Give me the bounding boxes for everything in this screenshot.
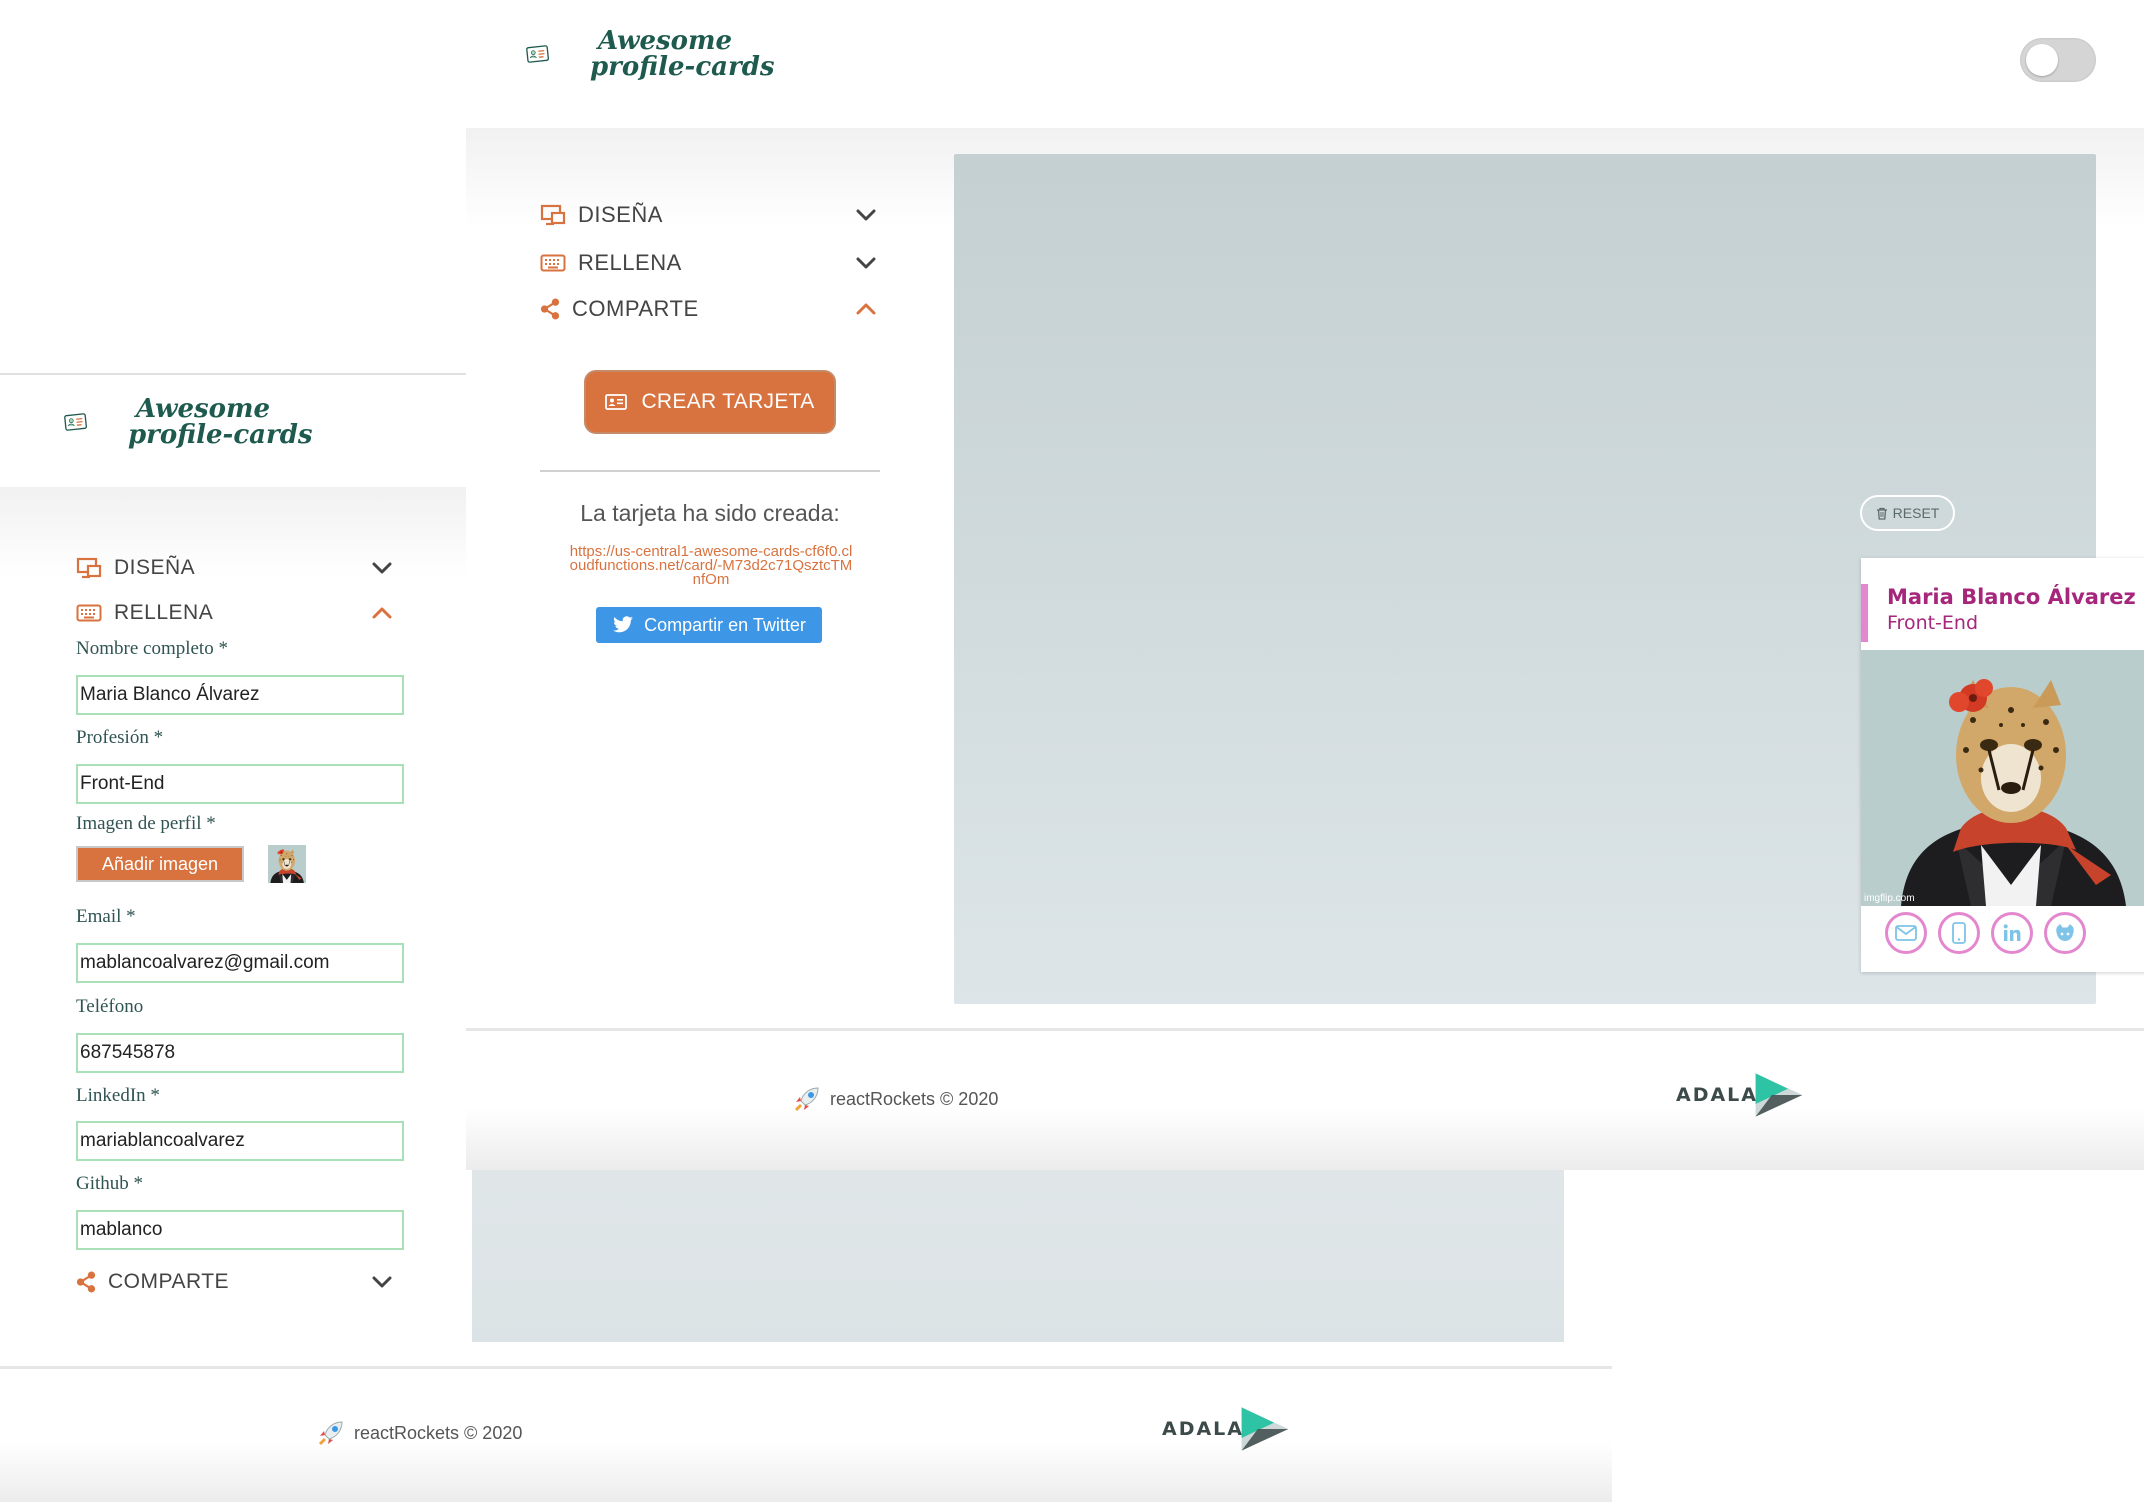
- chevron-down-icon[interactable]: [856, 209, 876, 221]
- github-label: Github *: [76, 1173, 144, 1194]
- profile-photo: [1861, 650, 2144, 906]
- linkedin-icon[interactable]: [1991, 912, 2033, 954]
- keyboard-icon: [540, 254, 566, 272]
- phone-field[interactable]: 687545878: [76, 1033, 404, 1073]
- twitter-icon: [613, 616, 634, 633]
- share-twitter-button[interactable]: Compartir en Twitter: [596, 607, 822, 643]
- email-field[interactable]: mablancoalvarez@gmail.com: [76, 943, 404, 983]
- logo-text-line2: profile-cards: [128, 420, 313, 450]
- create-card-button[interactable]: CREAR TARJETA: [584, 370, 836, 434]
- footer: [0, 1369, 1612, 1502]
- adalab-logo[interactable]: ADALAB: [1162, 1404, 1292, 1454]
- section-design[interactable]: DISEÑA: [76, 556, 396, 580]
- theme-toggle[interactable]: [2020, 38, 2096, 82]
- phone-icon[interactable]: [1938, 912, 1980, 954]
- front-window: Awesome profile-cards DISEÑA RELLENA COM…: [466, 0, 2144, 1170]
- adalab-arrow-icon: [1752, 1070, 1806, 1120]
- section-design-label: DISEÑA: [114, 556, 196, 579]
- section-share-label: COMPARTE: [108, 1270, 230, 1293]
- logo-text-line2: profile-cards: [590, 52, 775, 82]
- footer-credit: reactRockets © 2020: [316, 1418, 522, 1448]
- card-photo: imgflip.com: [1861, 650, 2144, 906]
- section-share[interactable]: COMPARTE: [76, 1270, 396, 1294]
- section-fill-label: RELLENA: [114, 601, 214, 624]
- card-preview-area: RESET Maria Blanco Álvarez Front-End img…: [954, 154, 2144, 1004]
- mail-icon[interactable]: [1885, 912, 1927, 954]
- keyboard-icon: [76, 604, 102, 622]
- social-links: [1885, 912, 2086, 954]
- id-card-icon: [605, 394, 628, 410]
- profile-image-thumbnail: [268, 845, 306, 883]
- section-share[interactable]: COMPARTE: [540, 296, 880, 322]
- chevron-down-icon[interactable]: [856, 257, 876, 269]
- photo-watermark: imgflip.com: [1864, 893, 1915, 904]
- share-twitter-label: Compartir en Twitter: [644, 614, 806, 635]
- section-fill[interactable]: RELLENA: [540, 250, 880, 276]
- email-label: Email *: [76, 906, 136, 927]
- add-image-button[interactable]: Añadir imagen: [76, 846, 244, 882]
- github-icon[interactable]: [2044, 912, 2086, 954]
- trash-icon: [1876, 507, 1887, 520]
- github-field[interactable]: mablanco: [76, 1210, 404, 1250]
- toggle-knob: [2026, 44, 2058, 76]
- adalab-logo[interactable]: ADALAB: [1676, 1070, 1806, 1120]
- divider: [540, 470, 880, 472]
- chevron-down-icon[interactable]: [372, 562, 392, 574]
- logo-text-line1: Awesome: [136, 394, 271, 424]
- footer: [466, 1031, 2144, 1170]
- share-icon: [540, 298, 560, 320]
- section-share-label: COMPARTE: [572, 296, 699, 321]
- rocket-icon: [792, 1084, 822, 1114]
- adalab-arrow-icon: [1238, 1404, 1292, 1454]
- job-label: Profesión *: [76, 727, 164, 748]
- section-fill-label: RELLENA: [578, 250, 682, 275]
- profile-card: Maria Blanco Álvarez Front-End imgflip.c…: [1861, 558, 2144, 972]
- footer-credit: reactRockets © 2020: [792, 1084, 998, 1114]
- copyright-text: reactRockets © 2020: [354, 1422, 523, 1443]
- rocket-icon: [316, 1418, 346, 1448]
- card-created-message: La tarjeta ha sido creada:: [580, 500, 840, 526]
- section-design-label: DISEÑA: [578, 202, 663, 227]
- image-label: Imagen de perfil *: [76, 813, 216, 834]
- card-url-link[interactable]: https://us-central1-awesome-cards-cf6f0.…: [566, 544, 856, 587]
- card-header: Maria Blanco Álvarez Front-End: [1861, 584, 2144, 642]
- chevron-up-icon[interactable]: [372, 607, 392, 619]
- section-design[interactable]: DISEÑA: [540, 202, 880, 228]
- app-logo[interactable]: Awesome profile-cards: [526, 24, 775, 84]
- app-logo[interactable]: Awesome profile-cards: [64, 392, 313, 452]
- design-icon: [540, 204, 566, 226]
- card-job: Front-End: [1887, 612, 1979, 634]
- phone-label: Teléfono: [76, 996, 144, 1017]
- chevron-up-icon[interactable]: [856, 303, 876, 315]
- chevron-down-icon[interactable]: [372, 1276, 392, 1288]
- share-icon: [76, 1271, 96, 1293]
- linkedin-field[interactable]: mariablancoalvarez: [76, 1121, 404, 1161]
- reset-label: RESET: [1892, 505, 1940, 521]
- create-card-label: CREAR TARJETA: [641, 390, 815, 413]
- job-field[interactable]: Front-End: [76, 764, 404, 804]
- design-icon: [76, 557, 102, 579]
- copyright-text: reactRockets © 2020: [830, 1088, 999, 1109]
- name-field[interactable]: Maria Blanco Álvarez: [76, 675, 404, 715]
- name-label: Nombre completo *: [76, 638, 228, 659]
- card-preview-area: [472, 1168, 1564, 1342]
- logo-text-line1: Awesome: [598, 26, 733, 56]
- card-name: Maria Blanco Álvarez: [1887, 585, 2136, 609]
- linkedin-label: LinkedIn *: [76, 1085, 160, 1106]
- reset-button[interactable]: RESET: [1860, 495, 1955, 531]
- section-fill[interactable]: RELLENA: [76, 601, 396, 625]
